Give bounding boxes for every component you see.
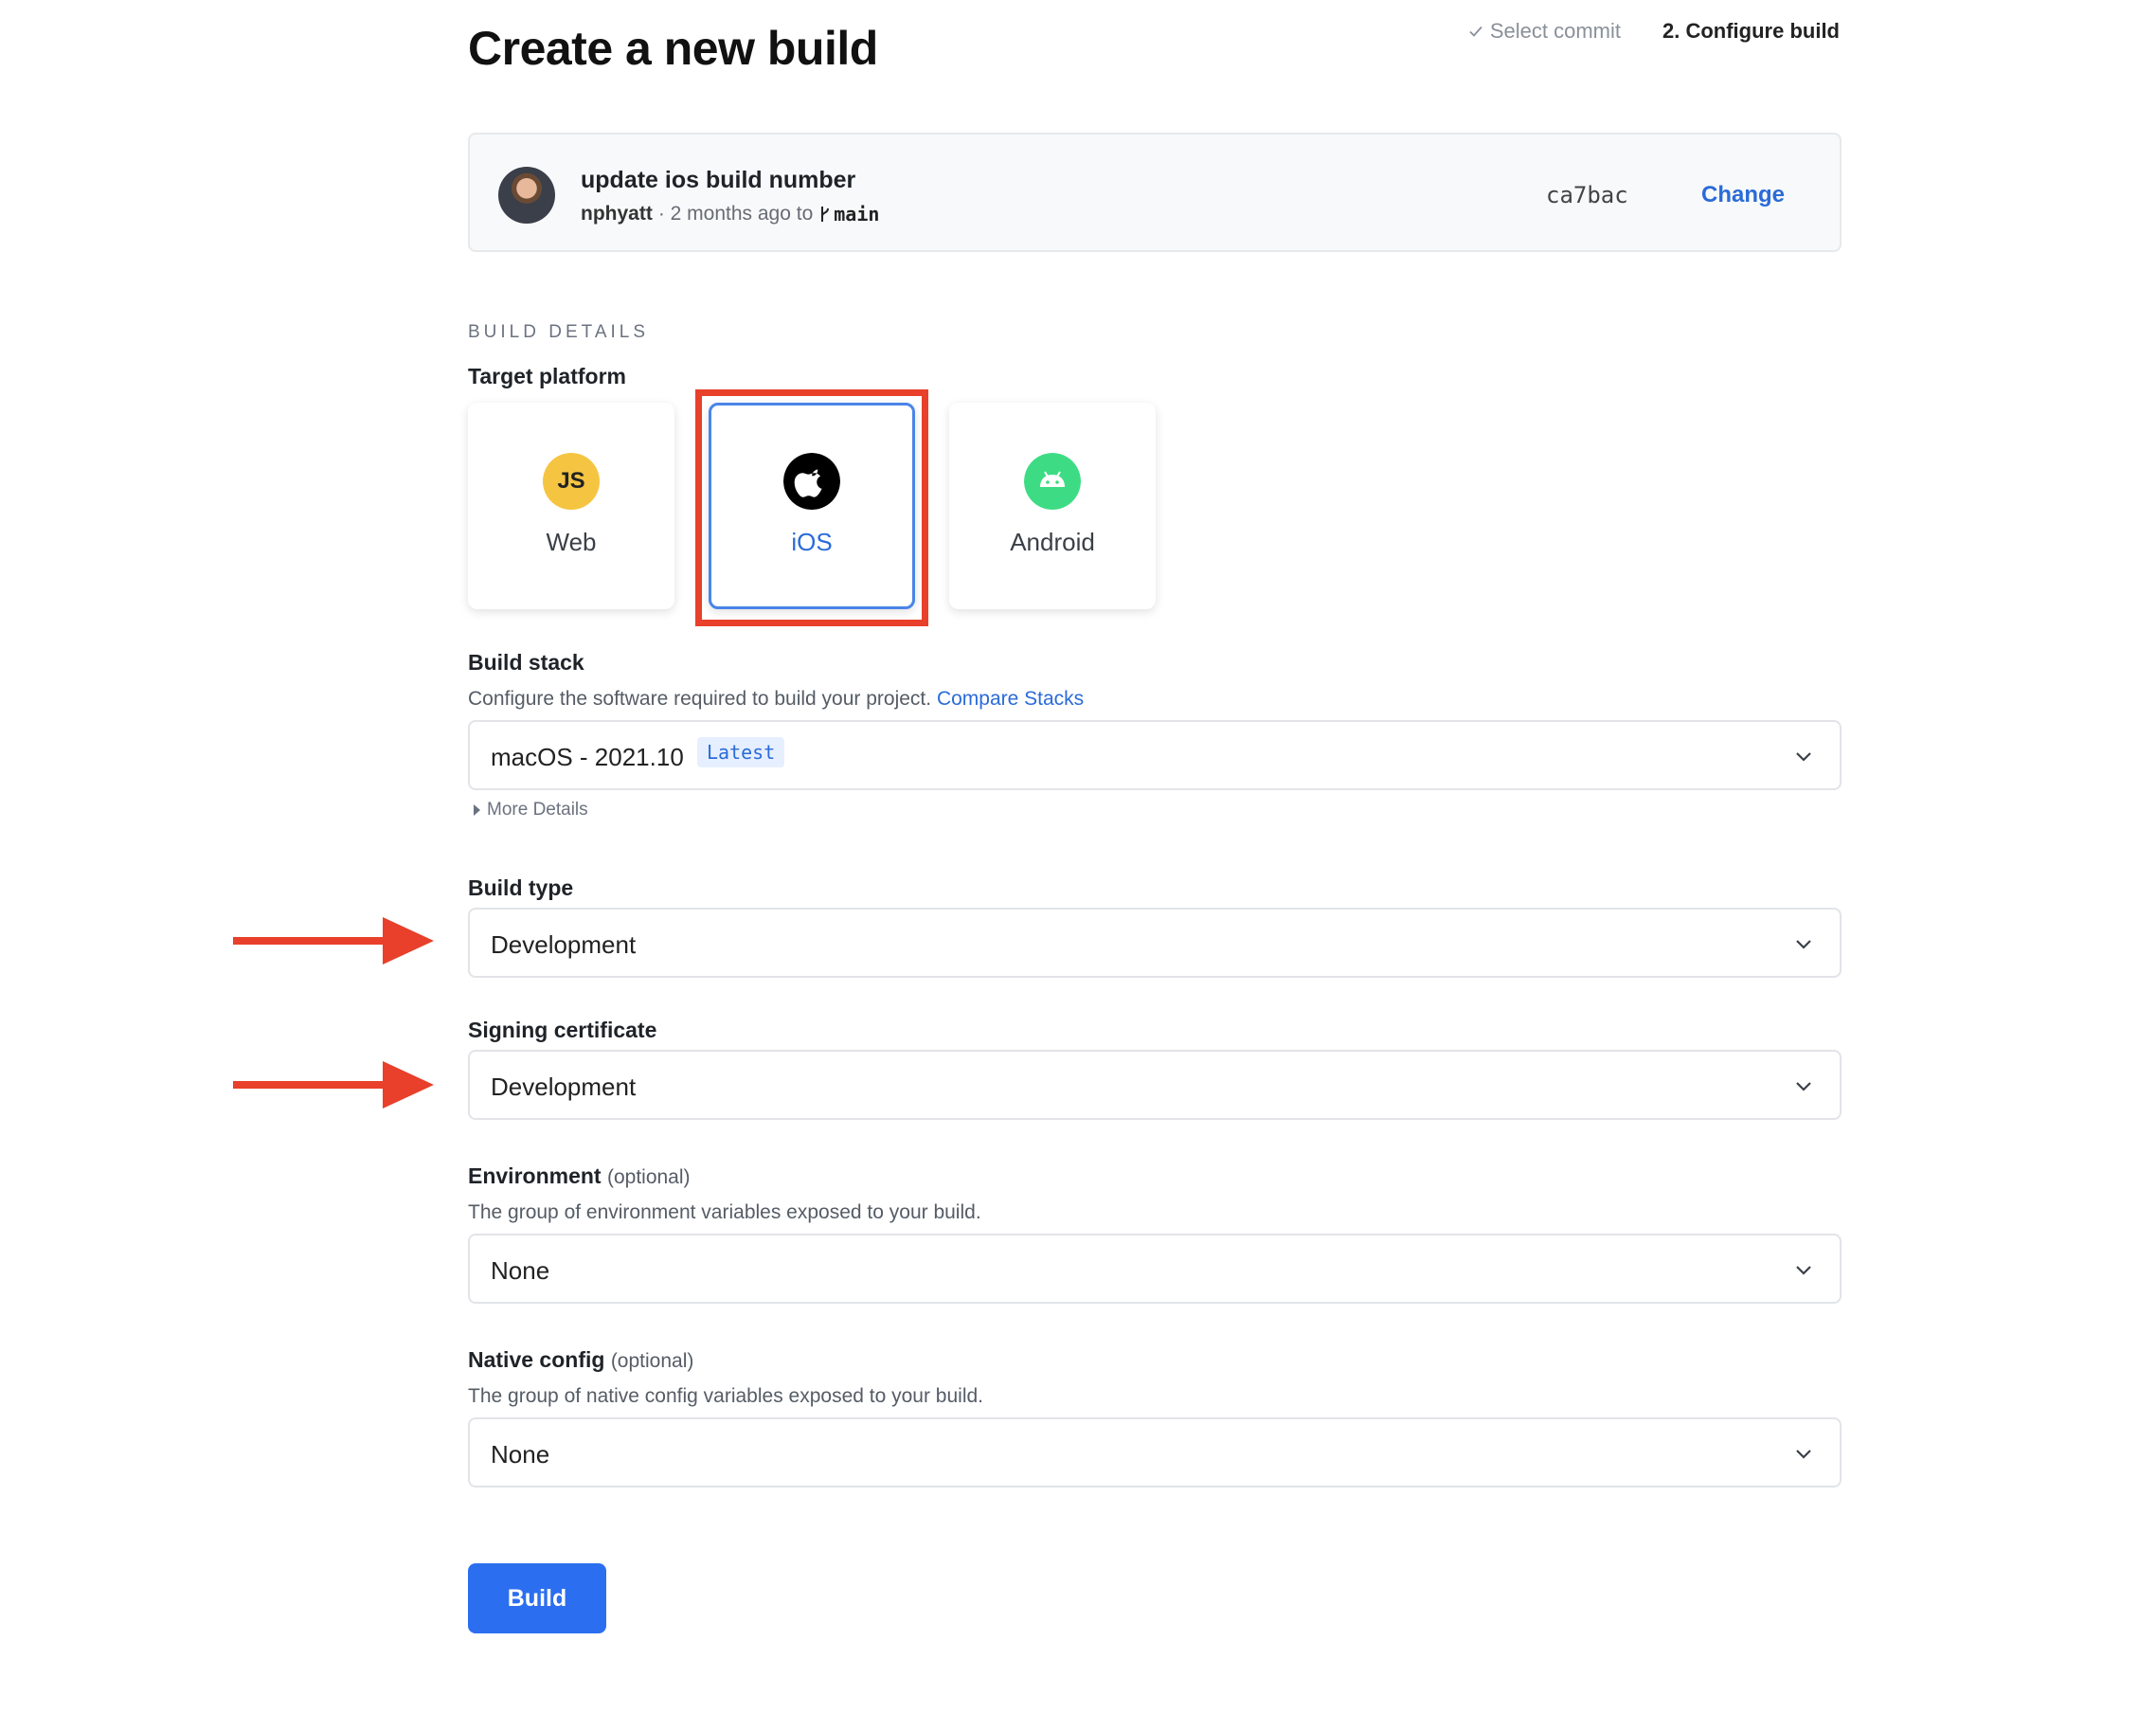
commit-message: update ios build number: [581, 167, 856, 193]
native-config-label-text: Native config: [468, 1347, 605, 1372]
step-label: Select commit: [1489, 19, 1621, 43]
commit-time: · 2 months ago to: [657, 203, 814, 225]
commit-meta: nphyatt · 2 months ago to main: [581, 203, 879, 225]
arrow-annotation: [233, 1061, 434, 1109]
create-build-page: Create a new build Select commit 2. Conf…: [0, 0, 2156, 1713]
build-details-heading: BUILD DETAILS: [468, 322, 650, 342]
native-config-help: The group of native config variables exp…: [468, 1385, 984, 1407]
build-stack-select[interactable]: macOS - 2021.10 Latest: [468, 720, 1842, 790]
commit-author: nphyatt: [581, 203, 653, 225]
native-config-label: Native config (optional): [468, 1347, 693, 1373]
target-platform-label: Target platform: [468, 364, 626, 388]
chevron-down-icon: [1796, 940, 1811, 949]
android-icon: [1024, 453, 1081, 510]
build-stack-help-text: Configure the software required to build…: [468, 688, 932, 710]
compare-stacks-link[interactable]: Compare Stacks: [937, 688, 1084, 710]
change-commit-link[interactable]: Change: [1701, 182, 1785, 208]
chevron-down-icon: [1796, 1082, 1811, 1091]
build-type-label: Build type: [468, 875, 574, 900]
native-config-select[interactable]: None: [468, 1417, 1842, 1488]
environment-label-text: Environment: [468, 1163, 602, 1188]
optional-tag: (optional): [610, 1350, 694, 1372]
branch-name: main: [818, 203, 879, 225]
platform-android-option[interactable]: Android: [949, 403, 1156, 609]
latest-badge: Latest: [697, 737, 785, 767]
signing-certificate-select[interactable]: Development: [468, 1050, 1842, 1120]
chevron-down-icon: [1796, 752, 1811, 762]
build-stack-value: macOS - 2021.10: [491, 743, 684, 771]
commit-sha: ca7bac: [1546, 182, 1628, 208]
commit-summary-card: update ios build number nphyatt · 2 mont…: [468, 133, 1842, 252]
environment-help: The group of environment variables expos…: [468, 1201, 981, 1223]
platform-label: Android: [1010, 528, 1095, 556]
caret-right-icon: [474, 804, 480, 816]
arrow-annotation: [233, 917, 434, 965]
signing-certificate-label: Signing certificate: [468, 1018, 657, 1042]
environment-label: Environment (optional): [468, 1163, 691, 1189]
step-configure-build: 2. Configure build: [1662, 19, 1840, 43]
checkmark-icon: [1469, 26, 1482, 37]
js-icon: JS: [543, 453, 600, 510]
build-stack-label: Build stack: [468, 650, 584, 675]
environment-select[interactable]: None: [468, 1234, 1842, 1304]
signing-certificate-value: Development: [491, 1073, 637, 1101]
environment-value: None: [491, 1256, 550, 1285]
optional-tag: (optional): [606, 1166, 691, 1188]
step-select-commit[interactable]: Select commit: [1467, 19, 1621, 44]
chevron-down-icon: [1796, 1450, 1811, 1459]
git-branch-icon: [821, 207, 830, 222]
build-type-value: Development: [491, 930, 637, 959]
native-config-value: None: [491, 1440, 550, 1469]
platform-label: Web: [546, 528, 597, 556]
avatar: [498, 167, 555, 224]
more-details-toggle[interactable]: More Details: [472, 800, 588, 820]
ios-highlight-annotation: [695, 389, 928, 626]
build-type-select[interactable]: Development: [468, 908, 1842, 978]
build-stack-help: Configure the software required to build…: [468, 688, 1084, 711]
step-indicator: Select commit 2. Configure build: [1467, 19, 1840, 44]
page-title: Create a new build: [468, 22, 878, 75]
build-button[interactable]: Build: [468, 1563, 606, 1633]
branch-label: main: [834, 203, 880, 225]
more-details-label: More Details: [487, 800, 588, 820]
chevron-down-icon: [1796, 1266, 1811, 1275]
platform-web-option[interactable]: JS Web: [468, 403, 674, 609]
